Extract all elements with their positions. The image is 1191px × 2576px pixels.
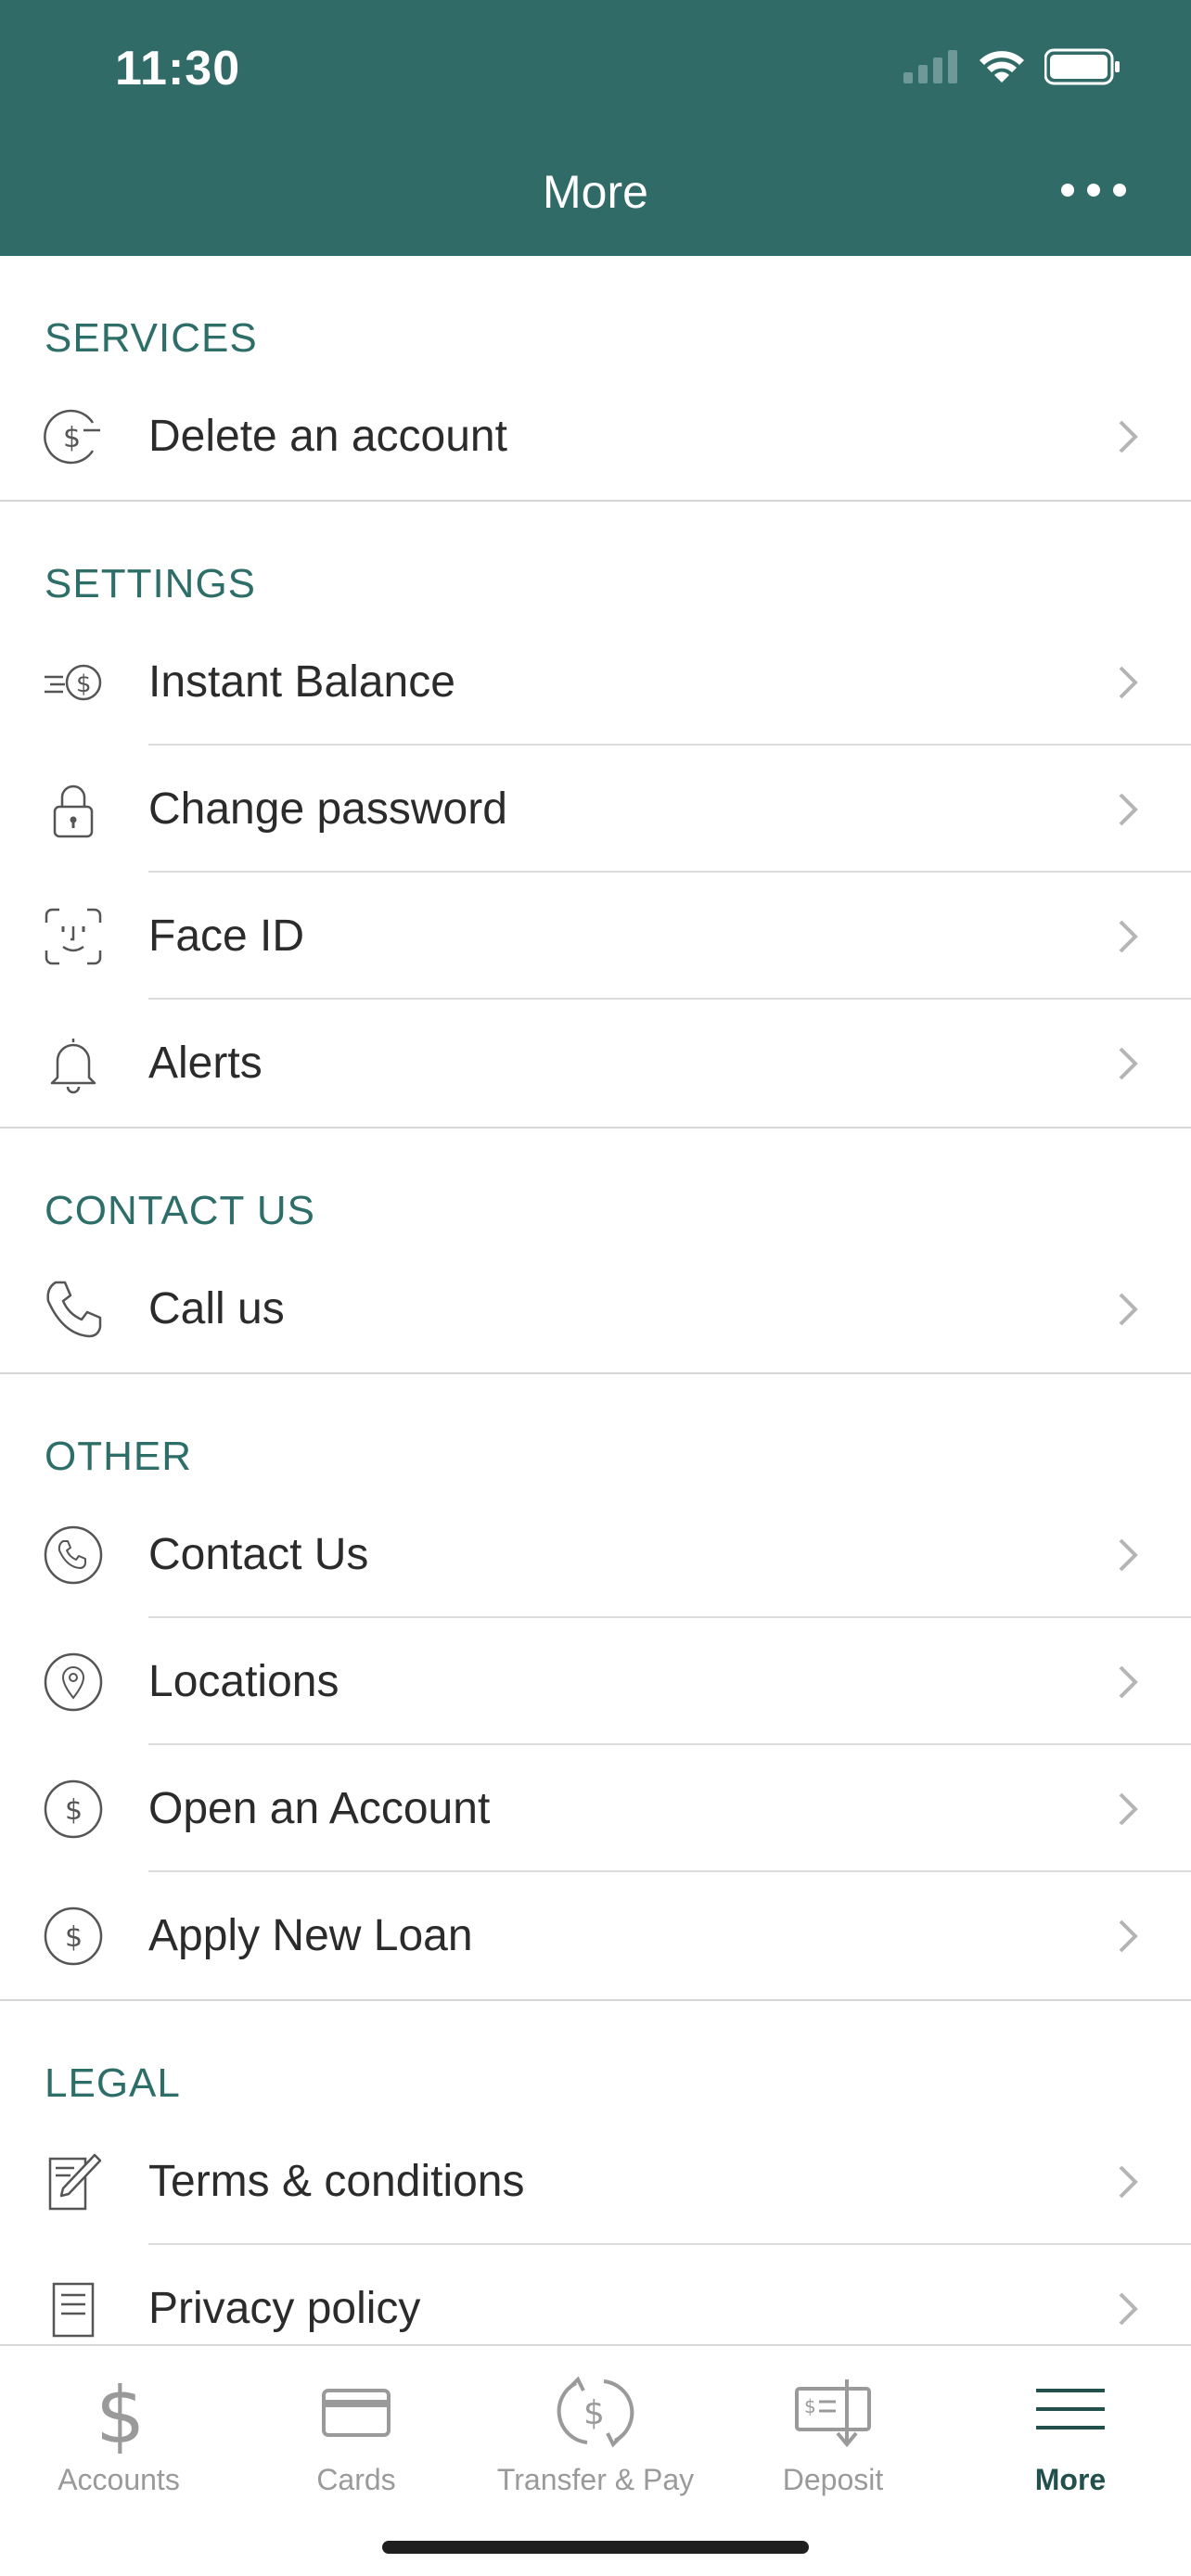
tab-label: Accounts <box>58 2463 180 2496</box>
tab-deposit[interactable]: $ Deposit <box>714 2361 952 2500</box>
chevron-right-icon <box>1119 2292 1138 2325</box>
top-bar: 11:30 More <box>0 0 1191 256</box>
signal-icon <box>903 50 957 83</box>
dollar-icon: $ <box>96 2370 145 2454</box>
menu-item-open-account[interactable]: $ Open an Account <box>0 1745 1191 1872</box>
dollar-minus-icon: $ <box>44 409 100 464</box>
menu-item-label: Delete an account <box>148 412 507 461</box>
menu-item-label: Open an Account <box>148 1784 491 1833</box>
tab-label: More <box>1034 2463 1107 2496</box>
battery-icon <box>1044 48 1120 85</box>
dot-icon <box>1113 184 1126 197</box>
svg-text:$: $ <box>76 670 92 698</box>
instant-balance-icon: $ <box>45 664 102 700</box>
chevron-right-icon <box>1119 920 1138 952</box>
chevron-right-icon <box>1119 1792 1138 1825</box>
chevron-right-icon <box>1119 1919 1138 1952</box>
section-title-settings: SETTINGS <box>45 561 257 606</box>
menu-item-label: Terms & conditions <box>148 2157 525 2206</box>
menu-item-call-us[interactable]: Call us <box>0 1245 1191 1372</box>
menu-icon <box>1036 2389 1105 2429</box>
bell-icon <box>50 1038 96 1093</box>
svg-text:$: $ <box>65 1794 83 1827</box>
menu-item-apply-loan[interactable]: $ Apply New Loan <box>0 1872 1191 1999</box>
menu-item-privacy[interactable]: Privacy policy <box>0 2245 1191 2344</box>
more-options-button[interactable] <box>1061 176 1126 204</box>
tab-label: Deposit <box>782 2463 884 2496</box>
menu-item-label: Alerts <box>148 1039 263 1088</box>
phone-icon <box>46 1281 102 1337</box>
svg-text:$: $ <box>804 2395 816 2417</box>
menu-item-contact-us[interactable]: Contact Us <box>0 1491 1191 1618</box>
chevron-right-icon <box>1119 1538 1138 1571</box>
menu-item-change-password[interactable]: Change password <box>0 746 1191 873</box>
tab-label: Transfer & Pay <box>496 2463 695 2496</box>
chevron-right-icon <box>1119 1665 1138 1698</box>
document-lines-icon <box>52 2282 95 2337</box>
deposit-check-icon: $ <box>795 2379 871 2448</box>
menu-item-locations[interactable]: Locations <box>0 1618 1191 1745</box>
section-title-contact-us: CONTACT US <box>45 1188 315 1233</box>
document-pen-icon <box>48 2153 102 2210</box>
location-pin-icon <box>44 1652 103 1711</box>
tab-cards[interactable]: Cards <box>237 2361 475 2500</box>
chevron-right-icon <box>1119 2165 1138 2198</box>
tab-transfer-pay[interactable]: $ Transfer & Pay <box>477 2361 714 2500</box>
menu-item-terms[interactable]: Terms & conditions <box>0 2118 1191 2245</box>
chevron-right-icon <box>1119 1293 1138 1325</box>
transfer-icon: $ <box>557 2376 634 2448</box>
more-menu-list[interactable]: SERVICES $ Delete an account SETTINGS $ … <box>0 256 1191 2344</box>
menu-item-label: Instant Balance <box>148 657 455 707</box>
chevron-right-icon <box>1119 793 1138 825</box>
menu-item-label: Apply New Loan <box>148 1911 473 1960</box>
chevron-right-icon <box>1119 666 1138 698</box>
tab-more[interactable]: More <box>952 2361 1189 2500</box>
status-time: 11:30 <box>115 42 241 96</box>
tab-label: Cards <box>316 2463 396 2496</box>
status-icons <box>903 48 1121 85</box>
menu-item-face-id[interactable]: Face ID <box>0 873 1191 1000</box>
section-title-other: OTHER <box>45 1434 192 1479</box>
lock-icon <box>53 784 94 837</box>
dot-icon <box>1061 184 1074 197</box>
menu-item-label: Change password <box>148 784 507 834</box>
menu-item-label: Call us <box>148 1284 285 1333</box>
page-title: More <box>543 166 648 218</box>
tab-accounts[interactable]: $ Accounts <box>0 2361 237 2500</box>
section-title-legal: LEGAL <box>45 2060 181 2106</box>
phone-circle-icon <box>44 1525 103 1584</box>
menu-item-delete-account[interactable]: $ Delete an account <box>0 373 1191 500</box>
svg-text:$: $ <box>65 1921 83 1954</box>
card-icon <box>322 2389 391 2437</box>
svg-text:$: $ <box>583 2394 605 2432</box>
chevron-right-icon <box>1119 1047 1138 1079</box>
wifi-icon <box>980 51 1024 83</box>
menu-item-label: Locations <box>148 1657 339 1706</box>
chevron-right-icon <box>1119 420 1138 453</box>
svg-text:$: $ <box>96 2370 145 2454</box>
section-title-services: SERVICES <box>45 315 258 361</box>
menu-item-label: Privacy policy <box>148 2284 421 2333</box>
menu-item-alerts[interactable]: Alerts <box>0 1000 1191 1127</box>
menu-item-label: Contact Us <box>148 1530 369 1579</box>
menu-item-instant-balance[interactable]: $ Instant Balance <box>0 618 1191 746</box>
face-id-icon <box>45 908 102 964</box>
dollar-circle-icon: $ <box>44 1906 103 1965</box>
dollar-circle-icon: $ <box>44 1779 103 1838</box>
dot-icon <box>1087 184 1100 197</box>
svg-text:$: $ <box>63 422 81 454</box>
home-indicator[interactable] <box>382 2541 809 2554</box>
menu-item-label: Face ID <box>148 912 305 961</box>
